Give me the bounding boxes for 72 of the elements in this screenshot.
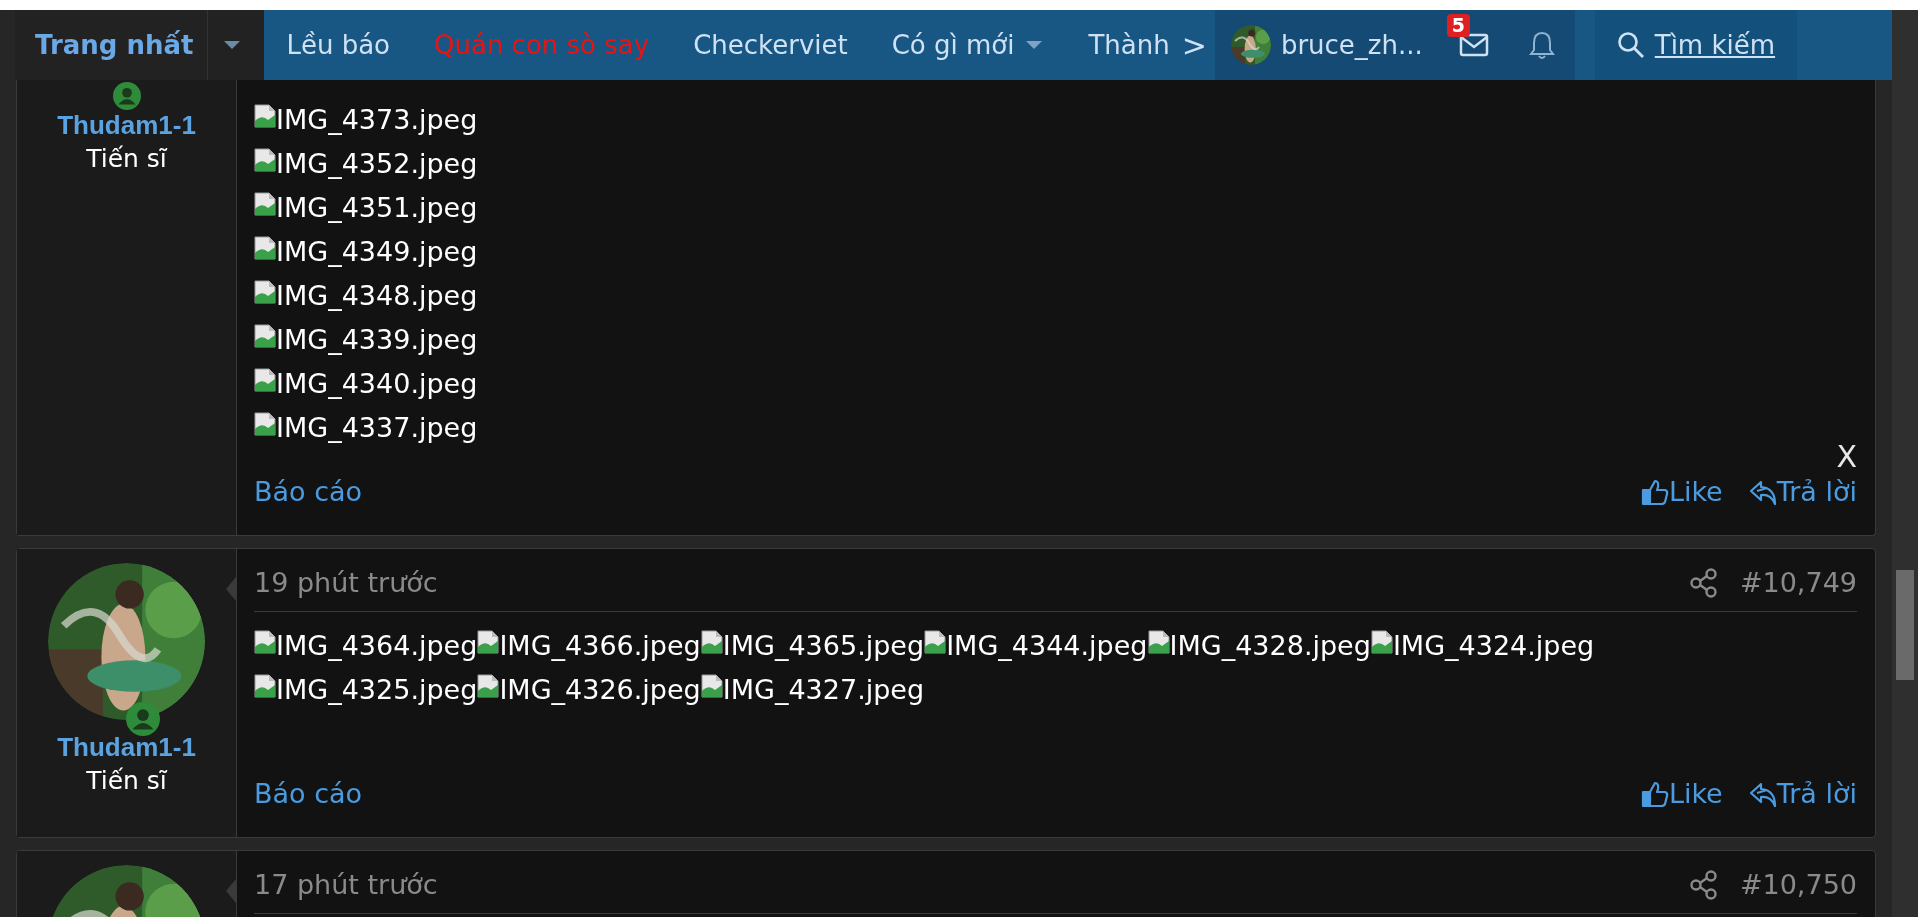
image-filename: IMG_4344.jpeg <box>946 629 1148 663</box>
broken-image-icon <box>254 324 276 348</box>
image-filename: IMG_4326.jpeg <box>499 673 701 707</box>
broken-image-icon <box>477 674 500 698</box>
image-filename: IMG_4349.jpeg <box>276 235 478 269</box>
broken-image-icon <box>254 192 276 216</box>
image-filename: IMG_4365.jpeg <box>722 629 925 663</box>
like-link[interactable]: Like <box>1640 472 1723 513</box>
image-filename: IMG_4352.jpeg <box>276 147 478 181</box>
image-filename: IMG_4337.jpeg <box>276 411 478 445</box>
broken-image-icon <box>700 674 723 698</box>
broken-image-icon <box>477 630 500 654</box>
broken-image-icon <box>700 630 723 654</box>
image-filename: IMG_4364.jpeg <box>276 629 478 663</box>
image-filename: IMG_4325.jpeg <box>276 673 478 707</box>
scrollbar-thumb[interactable] <box>1896 570 1914 680</box>
bell-icon <box>1528 30 1555 60</box>
like-link[interactable]: Like <box>1640 774 1723 815</box>
reply-link[interactable]: Trả lời <box>1748 472 1857 513</box>
user-title: Tiến sĩ <box>86 143 167 176</box>
reply-icon <box>1748 780 1777 809</box>
scroll-right-button[interactable]: > <box>1173 10 1215 80</box>
image-filename: IMG_4324.jpeg <box>1392 629 1595 663</box>
image-filename: IMG_4351.jpeg <box>276 191 478 225</box>
user-title: Tiến sĩ <box>86 764 167 797</box>
broken-image-icon <box>254 368 276 392</box>
reply-icon <box>1748 478 1777 507</box>
image-filename: IMG_4339.jpeg <box>276 323 478 357</box>
image-filename: IMG_4340.jpeg <box>276 367 478 401</box>
broken-image-icon <box>254 148 276 172</box>
nav-tab[interactable]: Có gì mới <box>869 10 1067 80</box>
inbox-button[interactable]: 5 <box>1438 10 1509 80</box>
image-filename: IMG_4366.jpeg <box>499 629 701 663</box>
post-number-link[interactable]: #10,750 <box>1739 864 1857 905</box>
broken-image-icon <box>254 280 276 304</box>
broken-image-icon <box>254 412 276 436</box>
nav-tab[interactable]: Checkerviet <box>671 10 870 80</box>
mail-icon <box>1458 33 1489 57</box>
count-badge: 5 <box>1446 14 1470 37</box>
report-link[interactable]: Báo cáo <box>254 472 363 513</box>
broken-image-icon <box>254 674 276 698</box>
broken-image-icon <box>1370 630 1393 654</box>
image-filename: IMG_4348.jpeg <box>276 279 478 313</box>
image-filename: IMG_4328.jpeg <box>1169 629 1371 663</box>
reply-link[interactable]: Trả lời <box>1748 774 1857 815</box>
report-link[interactable]: Báo cáo <box>254 774 363 815</box>
post-time: 17 phút trước <box>254 867 438 902</box>
nav-tab[interactable]: Trang nhất <box>15 10 265 80</box>
broken-image-icon <box>254 104 276 128</box>
broken-image-icon <box>254 630 276 654</box>
share-icon[interactable] <box>1689 567 1718 598</box>
thumbs-up-icon <box>1640 780 1669 809</box>
image-filename: IMG_4327.jpeg <box>722 673 925 707</box>
username-link[interactable]: Thudam1-1 <box>57 110 196 142</box>
broken-image-icon <box>1147 630 1170 654</box>
share-icon[interactable] <box>1689 869 1718 900</box>
broken-image-icon <box>254 236 276 260</box>
broken-image-icon <box>924 630 947 654</box>
post-time: 19 phút trước <box>254 565 438 600</box>
search-button[interactable]: Tìm kiếm <box>1594 10 1798 80</box>
online-status-icon <box>126 701 160 736</box>
username-link[interactable]: Thudam1-1 <box>57 731 196 763</box>
notifications-button[interactable] <box>1508 10 1575 80</box>
nav-tab[interactable]: Thành <box>1066 10 1174 80</box>
post-number-link[interactable]: #10,749 <box>1739 562 1857 603</box>
search-icon <box>1616 31 1645 59</box>
online-status-icon <box>112 82 141 110</box>
image-filename: IMG_4373.jpeg <box>276 103 478 137</box>
thumbs-up-icon <box>1640 478 1669 507</box>
user-menu[interactable]: bruce_zh... <box>1214 10 1439 80</box>
close-icon[interactable]: X <box>1836 442 1857 472</box>
nav-tab[interactable]: Lều báo <box>264 10 412 80</box>
